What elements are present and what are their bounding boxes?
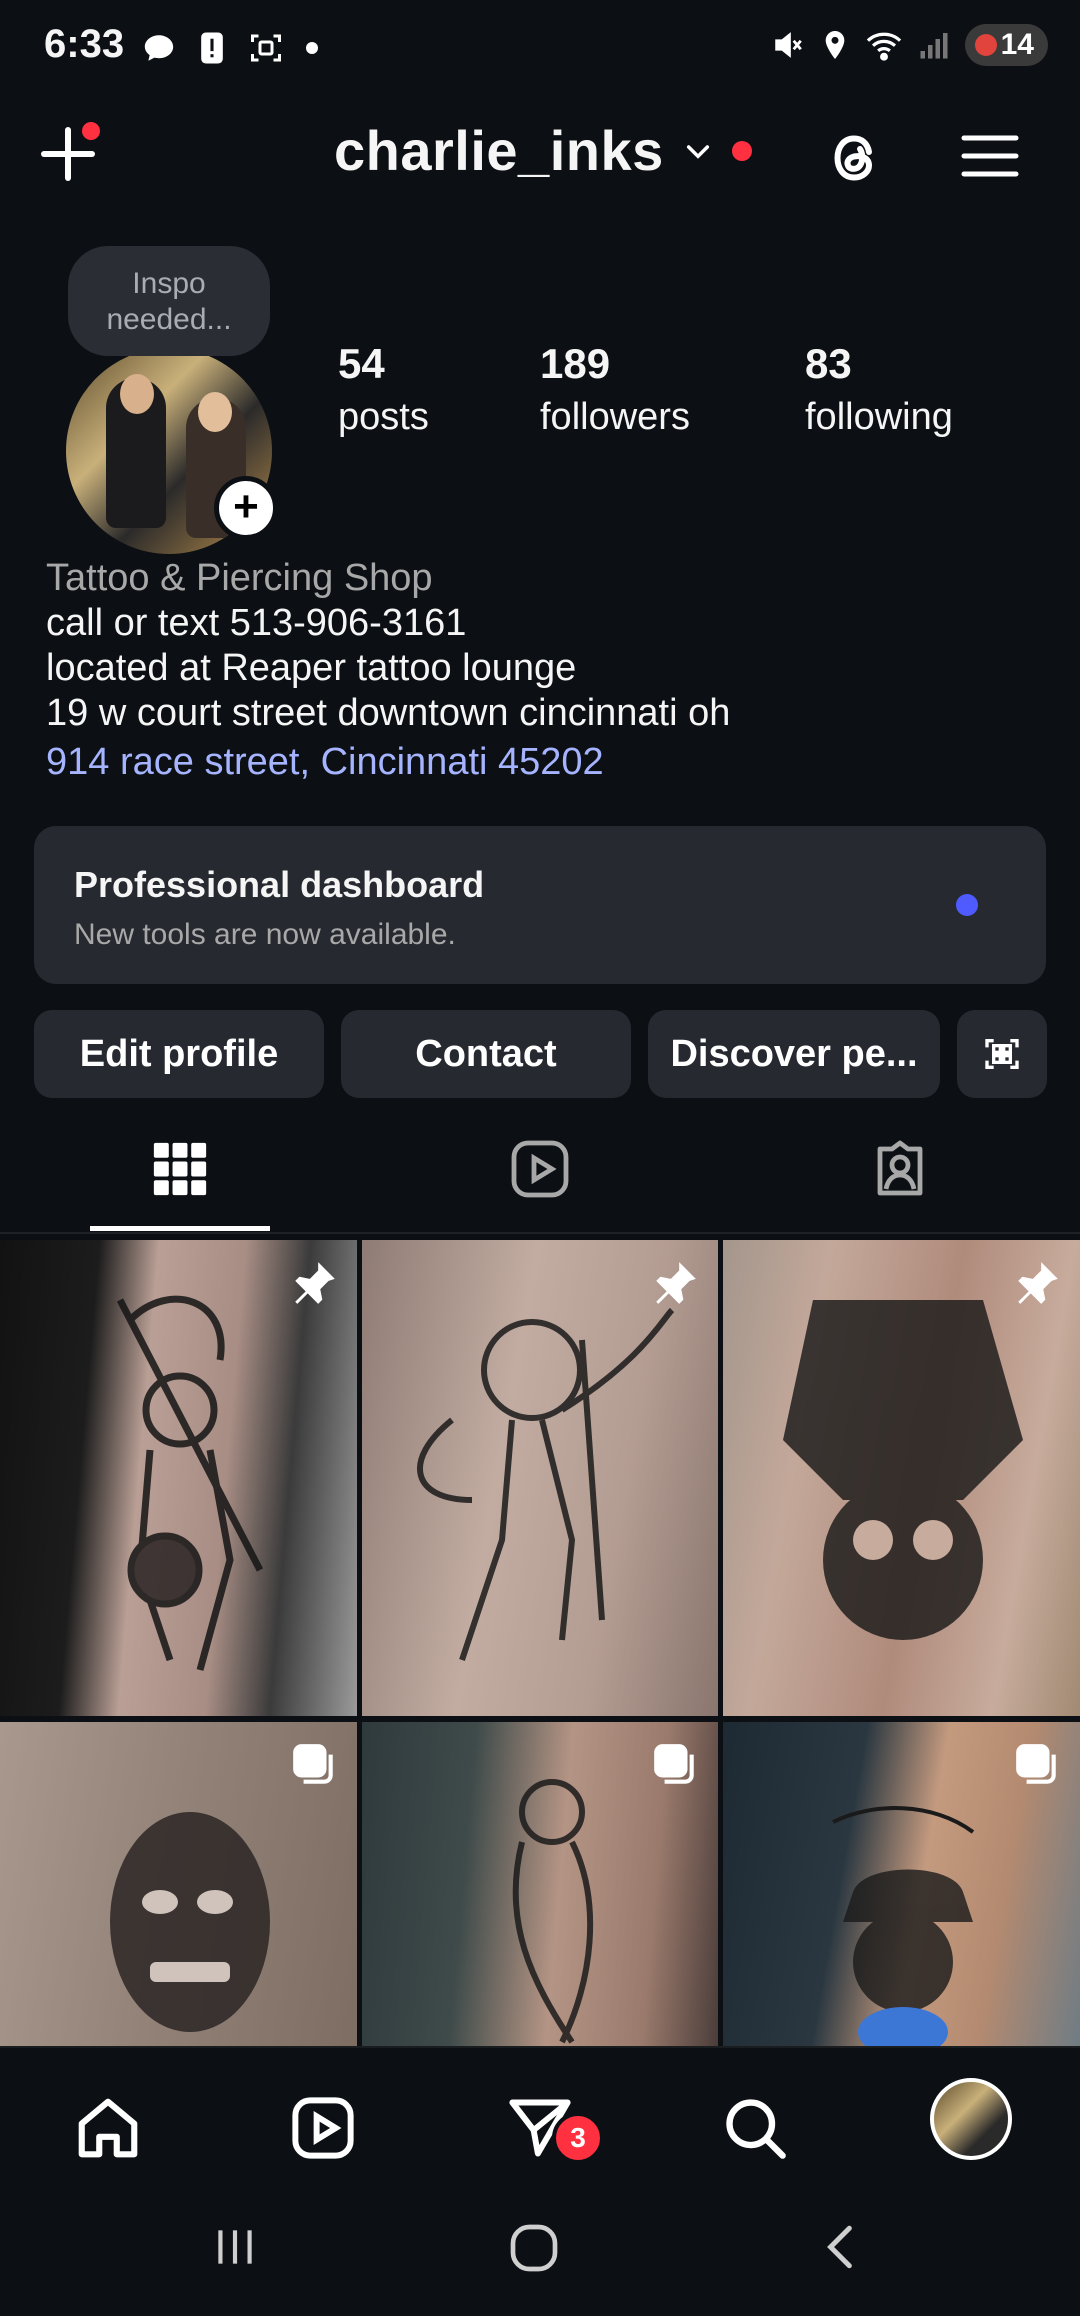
followers-count: 189 xyxy=(540,340,611,387)
qr-button[interactable] xyxy=(957,1010,1047,1098)
grid-post-1[interactable] xyxy=(0,1240,357,1716)
screenshot-icon xyxy=(251,34,281,62)
battery-saver-icon xyxy=(974,34,997,56)
following-label: following xyxy=(805,396,953,438)
dashboard-title: Professional dashboard xyxy=(74,864,485,905)
back-chevron-icon xyxy=(827,2225,852,2269)
search-icon xyxy=(726,2099,786,2159)
nav-home[interactable] xyxy=(68,2088,148,2168)
location-icon xyxy=(825,31,844,59)
grid-icon xyxy=(153,1142,207,1196)
battery-level: 14 xyxy=(1000,28,1034,61)
pin-icon xyxy=(1018,1262,1058,1304)
tab-posts-grid[interactable] xyxy=(120,1124,240,1214)
nav-search[interactable] xyxy=(715,2088,795,2168)
signal-icon xyxy=(920,33,948,59)
status-bar: 6:33 14 xyxy=(0,0,1080,90)
tab-divider xyxy=(0,1232,1080,1234)
active-tab-indicator xyxy=(90,1226,270,1231)
chat-bubble-icon xyxy=(144,35,174,61)
status-notification-icons xyxy=(142,30,318,66)
status-right: 14 xyxy=(771,24,1048,66)
battery-indicator: 14 xyxy=(964,24,1048,66)
account-notification-dot xyxy=(731,140,752,161)
chevron-down-icon xyxy=(686,144,709,159)
threads-button[interactable] xyxy=(818,122,890,194)
back-button[interactable] xyxy=(816,2222,866,2277)
home-system-button[interactable] xyxy=(506,2220,562,2281)
messages-badge: 3 xyxy=(552,2112,604,2164)
stat-posts[interactable]: 54 posts xyxy=(338,340,429,439)
tattoo-artwork xyxy=(116,1295,264,1671)
account-switcher[interactable]: charlie_inks xyxy=(334,118,752,183)
qr-scan-icon xyxy=(985,1039,1019,1069)
home-icon xyxy=(78,2098,138,2158)
profile-bio: Tattoo & Piercing Shop call or text 513-… xyxy=(46,556,1046,785)
reels-icon xyxy=(292,2097,354,2159)
profile-header: charlie_inks xyxy=(0,110,1080,200)
nav-reels[interactable] xyxy=(283,2088,363,2168)
followers-label: followers xyxy=(540,396,690,438)
recent-apps-button[interactable] xyxy=(210,2222,260,2277)
nav-profile-avatar[interactable] xyxy=(930,2078,1012,2160)
note-bubble[interactable]: Inspo needed... xyxy=(68,246,270,356)
home-circle-icon xyxy=(510,2224,558,2272)
edit-profile-button[interactable]: Edit profile xyxy=(34,1010,324,1098)
system-navigation-bar xyxy=(0,2186,1080,2316)
bio-line: call or text 513-906-3161 xyxy=(46,602,467,644)
stat-followers[interactable]: 189 followers xyxy=(540,340,690,439)
recent-apps-icon xyxy=(218,2230,252,2264)
posts-label: posts xyxy=(338,396,429,438)
dot-icon xyxy=(306,42,318,54)
tagged-icon xyxy=(877,1140,923,1196)
pin-icon xyxy=(295,1262,335,1304)
wifi-icon xyxy=(866,32,901,61)
reels-icon xyxy=(511,1140,569,1198)
posts-count: 54 xyxy=(338,340,385,387)
dashboard-new-dot xyxy=(956,894,978,916)
grid-post-4[interactable] xyxy=(0,1722,357,2046)
tattoo-artwork xyxy=(417,1307,675,1661)
address-link[interactable]: 914 race street, Cincinnati 45202 xyxy=(46,740,1046,785)
discover-people-button[interactable]: Discover pe... xyxy=(648,1010,940,1098)
carousel-icon xyxy=(654,1744,694,1784)
bottom-navigation: 3 xyxy=(0,2046,1080,2188)
alert-icon xyxy=(201,32,223,64)
dashboard-subtitle: New tools are now available. xyxy=(74,918,456,951)
menu-button[interactable] xyxy=(958,124,1022,188)
following-count: 83 xyxy=(805,340,852,387)
pin-icon xyxy=(656,1262,696,1304)
threads-icon xyxy=(834,135,873,181)
create-button[interactable] xyxy=(36,122,100,186)
username: charlie_inks xyxy=(334,119,664,182)
contact-button[interactable]: Contact xyxy=(341,1010,631,1098)
mute-icon xyxy=(774,32,802,58)
grid-post-3[interactable] xyxy=(723,1240,1080,1716)
add-story-button[interactable]: + xyxy=(214,476,278,540)
bio-line: 19 w court street downtown cincinnati oh xyxy=(46,692,731,734)
grid-post-2[interactable] xyxy=(362,1240,718,1716)
grid-post-6[interactable] xyxy=(723,1722,1080,2046)
bio-category: Tattoo & Piercing Shop xyxy=(46,557,433,599)
tab-tagged[interactable] xyxy=(840,1124,960,1214)
hamburger-menu-icon xyxy=(961,135,1019,177)
stat-following[interactable]: 83 following xyxy=(805,340,953,439)
professional-dashboard-card[interactable]: Professional dashboard New tools are now… xyxy=(34,826,1046,984)
tab-reels[interactable] xyxy=(480,1124,600,1214)
carousel-icon xyxy=(293,1744,333,1784)
tattoo-artwork xyxy=(783,1300,1023,1640)
bio-line: located at Reaper tattoo lounge xyxy=(46,647,577,689)
grid-post-5[interactable] xyxy=(362,1722,718,2046)
notification-dot xyxy=(82,122,100,140)
carousel-icon xyxy=(1016,1744,1056,1784)
status-time: 6:33 xyxy=(44,22,125,66)
